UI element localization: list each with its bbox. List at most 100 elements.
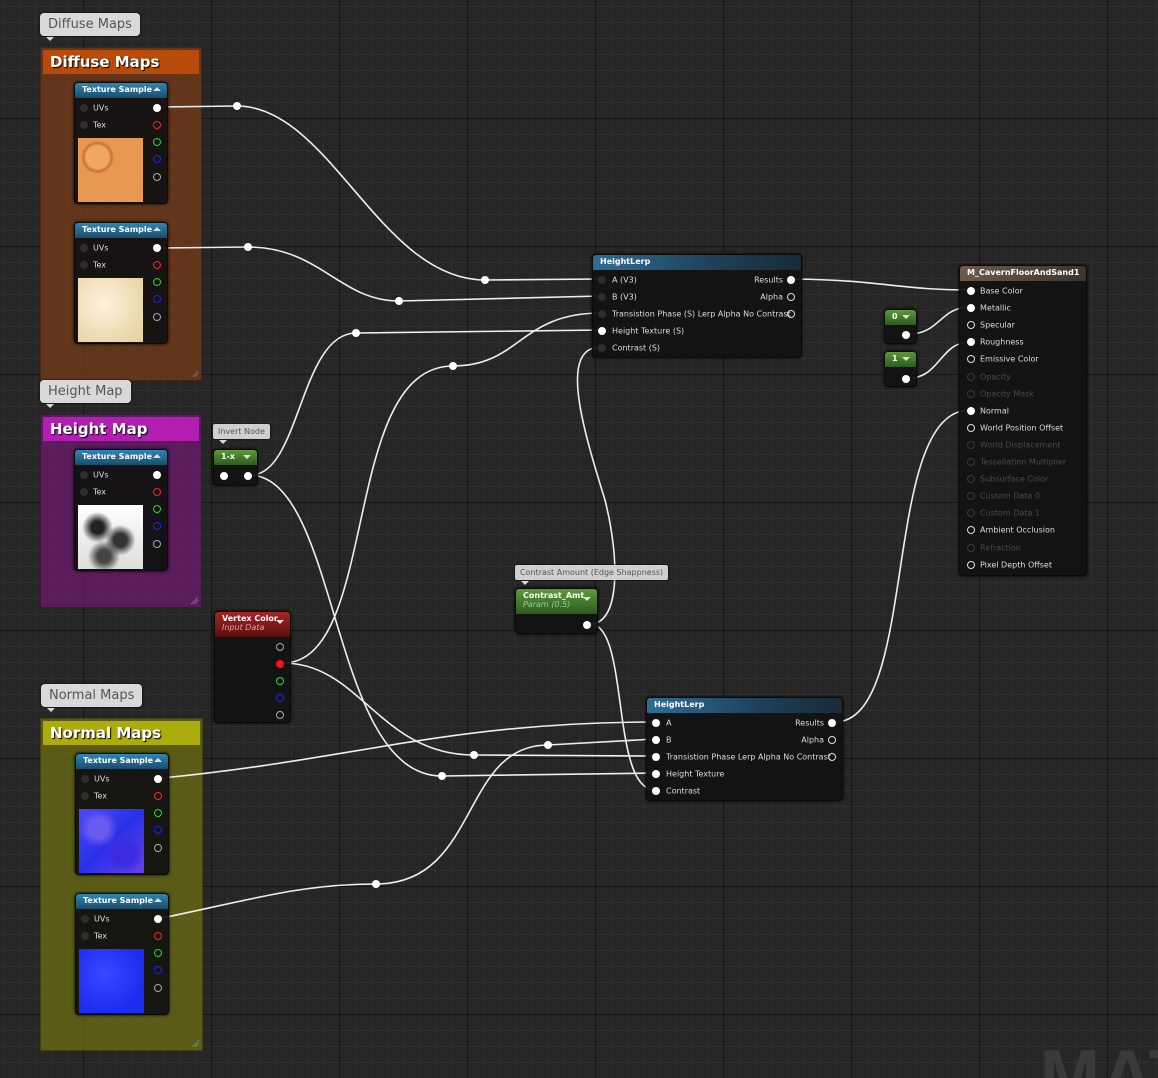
output-pin-rgb[interactable] bbox=[153, 471, 161, 479]
output-pin-r[interactable] bbox=[154, 932, 162, 940]
input-pin-height-texture[interactable] bbox=[652, 770, 660, 778]
input-pin-tex[interactable] bbox=[80, 488, 88, 496]
material-input-pin[interactable] bbox=[967, 406, 975, 415]
input-pin-tex[interactable] bbox=[80, 261, 88, 269]
contrast-comment[interactable]: Contrast Amount (Edge Shappness) bbox=[515, 565, 669, 585]
output-pin-r[interactable] bbox=[153, 488, 161, 496]
collapse-arrow-icon[interactable] bbox=[243, 455, 251, 459]
output-pin-rgb[interactable] bbox=[154, 915, 162, 923]
output-pin-results[interactable] bbox=[787, 276, 795, 284]
output-pin-b[interactable] bbox=[153, 522, 161, 530]
output-pin-r[interactable] bbox=[153, 121, 161, 129]
material-input-pin[interactable] bbox=[967, 389, 975, 398]
output-pin-b[interactable] bbox=[154, 826, 162, 834]
input-pin-b[interactable] bbox=[652, 736, 660, 744]
output-pin-rgb[interactable] bbox=[153, 104, 161, 112]
input-pin-uvs[interactable] bbox=[81, 775, 89, 783]
output-pin-g[interactable] bbox=[153, 278, 161, 286]
vertex-color-node[interactable]: Vertex Color Input Data bbox=[214, 611, 291, 723]
input-pin-transition[interactable] bbox=[598, 310, 606, 318]
texture-sample-node[interactable]: Texture Sample UVs Tex bbox=[74, 449, 168, 571]
output-pin-a[interactable] bbox=[154, 984, 162, 992]
collapse-arrow-icon[interactable] bbox=[153, 227, 161, 231]
input-pin-uvs[interactable] bbox=[80, 244, 88, 252]
output-pin-b[interactable] bbox=[276, 694, 284, 702]
collapse-arrow-icon[interactable] bbox=[902, 315, 910, 319]
output-pin-b[interactable] bbox=[154, 966, 162, 974]
collapse-arrow-icon[interactable] bbox=[153, 87, 161, 91]
output-pin-transition[interactable] bbox=[787, 310, 795, 318]
output-pin-b[interactable] bbox=[153, 155, 161, 163]
material-input-pin[interactable] bbox=[967, 492, 975, 501]
texture-sample-node[interactable]: Texture Sample UVs Tex bbox=[75, 753, 169, 875]
input-pin-a[interactable] bbox=[652, 719, 660, 727]
height-lerp-node-1[interactable]: HeightLerp A (V3) B (V3) Transistion Pha… bbox=[592, 254, 802, 358]
collapse-arrow-icon[interactable] bbox=[154, 898, 162, 902]
material-result-node[interactable]: M_CavernFloorAndSand1 Base Color Metallic… bbox=[959, 265, 1087, 576]
material-input-pin[interactable] bbox=[967, 423, 975, 432]
output-pin-a[interactable] bbox=[154, 844, 162, 852]
output-pin-g[interactable] bbox=[153, 505, 161, 513]
output-pin[interactable] bbox=[902, 375, 910, 383]
collapse-arrow-icon[interactable] bbox=[153, 454, 161, 458]
texture-sample-node[interactable]: Texture Sample UVs Tex bbox=[74, 82, 168, 204]
output-pin-transition[interactable] bbox=[828, 753, 836, 761]
texture-sample-node[interactable]: Texture Sample UVs Tex bbox=[74, 222, 168, 344]
collapse-arrow-icon[interactable] bbox=[583, 597, 591, 601]
input-pin-uvs[interactable] bbox=[81, 915, 89, 923]
output-pin-a[interactable] bbox=[276, 711, 284, 719]
material-input-pin[interactable] bbox=[967, 338, 975, 347]
input-pin-uvs[interactable] bbox=[80, 104, 88, 112]
material-input-pin[interactable] bbox=[967, 372, 975, 381]
material-input-pin[interactable] bbox=[967, 458, 975, 466]
output-pin-rgb[interactable] bbox=[153, 244, 161, 252]
height-lerp-node-2[interactable]: HeightLerp A B Transistion Phase Lerp Al… bbox=[646, 697, 843, 801]
invert-node-comment[interactable]: Invert Node bbox=[213, 424, 270, 444]
input-pin-tex[interactable] bbox=[80, 121, 88, 129]
input-pin-uvs[interactable] bbox=[80, 471, 88, 479]
output-pin-a[interactable] bbox=[153, 173, 161, 181]
input-pin[interactable] bbox=[220, 472, 228, 480]
output-pin-rgb[interactable] bbox=[276, 643, 284, 651]
texture-sample-node[interactable]: Texture Sample UVs Tex bbox=[75, 893, 169, 1015]
output-pin-alpha[interactable] bbox=[787, 293, 795, 301]
output-pin-a[interactable] bbox=[153, 313, 161, 321]
material-input-pin[interactable] bbox=[967, 321, 975, 330]
constant-node-0[interactable]: 0 bbox=[884, 309, 917, 344]
output-pin-g[interactable] bbox=[154, 949, 162, 957]
material-input-pin[interactable] bbox=[967, 304, 975, 313]
material-input-pin[interactable] bbox=[967, 287, 975, 295]
input-pin-contrast[interactable] bbox=[598, 344, 606, 352]
output-pin-alpha[interactable] bbox=[828, 736, 836, 744]
material-input-pin[interactable] bbox=[967, 475, 975, 484]
input-pin-contrast[interactable] bbox=[652, 787, 660, 795]
output-pin-g[interactable] bbox=[154, 809, 162, 817]
output-pin[interactable] bbox=[583, 621, 591, 629]
output-pin-r[interactable] bbox=[154, 792, 162, 800]
output-pin-results[interactable] bbox=[828, 719, 836, 727]
material-input-pin[interactable] bbox=[967, 509, 975, 518]
collapse-arrow-icon[interactable] bbox=[902, 357, 910, 361]
constant-node-1[interactable]: 1 bbox=[884, 351, 917, 387]
input-pin-a[interactable] bbox=[598, 276, 606, 284]
input-pin-tex[interactable] bbox=[81, 932, 89, 940]
material-input-pin[interactable] bbox=[967, 355, 975, 364]
output-pin-r[interactable] bbox=[153, 261, 161, 269]
output-pin-g[interactable] bbox=[153, 138, 161, 146]
collapse-arrow-icon[interactable] bbox=[276, 620, 284, 624]
output-pin-g[interactable] bbox=[276, 677, 284, 685]
input-pin-height-texture[interactable] bbox=[598, 327, 606, 335]
output-pin-r[interactable] bbox=[276, 660, 284, 668]
input-pin-tex[interactable] bbox=[81, 792, 89, 800]
one-minus-node[interactable]: 1-x bbox=[213, 449, 258, 486]
output-pin[interactable] bbox=[244, 472, 252, 480]
output-pin-b[interactable] bbox=[153, 295, 161, 303]
collapse-arrow-icon[interactable] bbox=[154, 758, 162, 762]
output-pin-a[interactable] bbox=[153, 540, 161, 548]
contrast-amt-param-node[interactable]: Contrast_Amt Param (0.5) bbox=[515, 588, 598, 634]
input-pin-transition[interactable] bbox=[652, 753, 660, 761]
output-pin[interactable] bbox=[902, 331, 910, 339]
material-input-pin[interactable] bbox=[967, 543, 975, 552]
output-pin-rgb[interactable] bbox=[154, 775, 162, 783]
input-pin-b[interactable] bbox=[598, 293, 606, 301]
